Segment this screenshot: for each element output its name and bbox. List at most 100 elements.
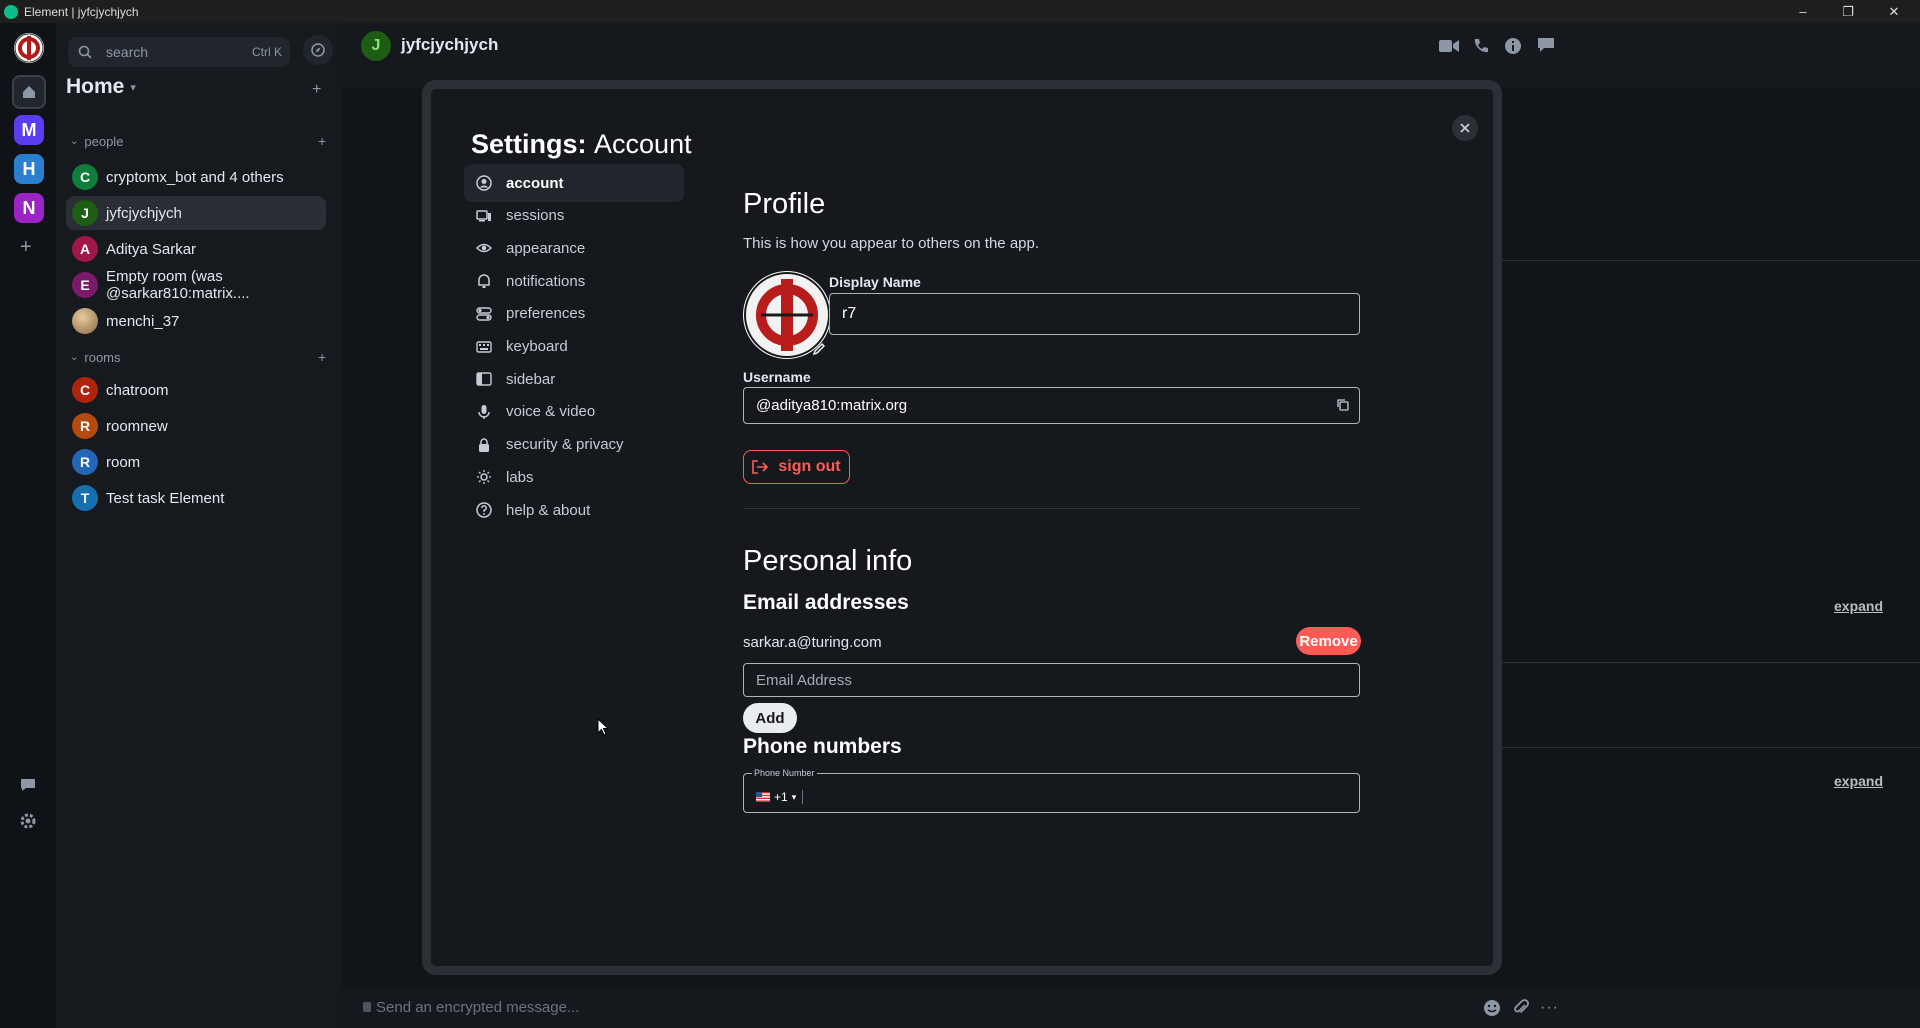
room-avatar: C: [72, 377, 98, 403]
space-bar: M H N +: [0, 23, 56, 1028]
microphone-icon: [476, 404, 492, 420]
home-icon: [23, 86, 35, 98]
quick-settings-gear-icon[interactable]: [19, 812, 37, 830]
dm-item[interactable]: J jyfcjychjych: [66, 196, 326, 230]
room-avatar: A: [72, 236, 98, 262]
sign-out-button[interactable]: sign out: [743, 450, 850, 484]
create-space-plus-icon[interactable]: +: [20, 236, 32, 259]
maximize-button[interactable]: ❐: [1828, 0, 1868, 23]
room-avatar: J: [72, 200, 98, 226]
edit-pencil-icon[interactable]: [812, 342, 826, 356]
window-titlebar: Element | jyfcjychjych – ❐ ✕: [0, 0, 1920, 23]
rooms-section-header[interactable]: ⌄ rooms: [70, 350, 121, 365]
chevron-down-icon: ⌄: [70, 136, 79, 147]
chevron-down-icon: ▾: [130, 81, 136, 94]
room-avatar: R: [72, 413, 98, 439]
close-window-button[interactable]: ✕: [1874, 0, 1914, 23]
room-item[interactable]: R room: [66, 445, 326, 479]
sign-out-icon: [752, 460, 769, 474]
video-call-icon[interactable]: [1439, 39, 1459, 53]
home-dropdown[interactable]: Home ▾: [66, 75, 136, 99]
space-n[interactable]: N: [14, 193, 44, 223]
chevron-down-icon: ▾: [791, 791, 797, 802]
display-name-label: Display Name: [829, 274, 921, 290]
room-item[interactable]: C chatroom: [66, 373, 326, 407]
personal-info-heading: Personal info: [743, 545, 913, 577]
phone-numbers-heading: Phone numbers: [743, 735, 902, 758]
email-address-input[interactable]: Email Address: [743, 663, 1360, 697]
search-placeholder: search: [106, 44, 149, 60]
profile-heading: Profile: [743, 188, 826, 220]
lock-icon: [476, 437, 492, 453]
phone-number-label: Phone Number: [752, 768, 817, 778]
message-composer[interactable]: Send an encrypted message... ···: [341, 987, 1920, 1028]
room-avatar: C: [72, 164, 98, 190]
search-box[interactable]: search Ctrl K: [68, 37, 290, 67]
dm-item[interactable]: menchi_37: [66, 304, 326, 338]
room-header-name[interactable]: jyfcjychjych: [401, 35, 498, 55]
eye-icon: [476, 240, 492, 256]
space-h[interactable]: H: [14, 154, 44, 184]
emoji-icon[interactable]: [1483, 999, 1501, 1017]
window-title: Element | jyfcjychjych: [24, 4, 139, 19]
attachment-icon[interactable]: [1513, 999, 1529, 1017]
add-email-button[interactable]: Add: [743, 703, 797, 733]
room-item[interactable]: T Test task Element: [66, 481, 326, 515]
room-header-avatar[interactable]: J: [361, 31, 391, 61]
keyboard-icon: [476, 339, 492, 355]
add-room-plus-icon[interactable]: +: [312, 81, 330, 99]
dm-item[interactable]: C cryptomx_bot and 4 others: [66, 160, 326, 194]
chevron-down-icon: ⌄: [70, 352, 79, 363]
user-avatar[interactable]: [14, 33, 44, 63]
threads-icon[interactable]: [1537, 37, 1555, 53]
remove-email-button[interactable]: Remove: [1296, 627, 1361, 655]
people-section-header[interactable]: ⌄ people: [70, 134, 123, 149]
settings-tab-help-about[interactable]: help & about: [464, 491, 684, 529]
dm-item[interactable]: E Empty room (was @sarkar810:matrix....: [66, 268, 326, 302]
room-list-panel: search Ctrl K Home ▾ + ⌄ people + C cryp…: [56, 23, 341, 1028]
mouse-cursor: [597, 718, 609, 736]
explore-rooms-button[interactable]: [303, 35, 333, 65]
more-options-icon[interactable]: ···: [1540, 999, 1559, 1017]
email-addresses-heading: Email addresses: [743, 591, 909, 614]
settings-dialog: Settings: Account account sessions appeara…: [422, 80, 1502, 975]
compass-icon: [311, 43, 325, 57]
profile-subtitle: This is how you appear to others on the …: [743, 235, 1040, 252]
bell-icon: [476, 273, 492, 289]
home-space-button[interactable]: [12, 75, 46, 109]
composer-placeholder: Send an encrypted message...: [376, 999, 580, 1016]
voice-call-icon[interactable]: [1472, 37, 1490, 55]
settings-title: Settings: Account: [471, 129, 692, 159]
start-chat-plus-icon[interactable]: +: [318, 133, 326, 149]
sidebar-icon: [476, 371, 492, 387]
search-shortcut: Ctrl K: [252, 45, 282, 59]
us-flag-icon: [756, 792, 770, 802]
toggles-icon: [476, 306, 492, 322]
space-m[interactable]: M: [14, 115, 44, 145]
room-header: J jyfcjychjych: [341, 23, 1920, 87]
close-dialog-button[interactable]: [1452, 115, 1478, 141]
display-name-field[interactable]: r7: [829, 293, 1360, 335]
expand-link[interactable]: expand: [1834, 598, 1883, 614]
copy-icon[interactable]: [1337, 399, 1349, 411]
help-icon: [476, 502, 492, 518]
minimize-button[interactable]: –: [1783, 0, 1823, 23]
room-item[interactable]: R roomnew: [66, 409, 326, 443]
bulb-icon: [476, 469, 492, 485]
dm-item[interactable]: A Aditya Sarkar: [66, 232, 326, 266]
section-divider: [743, 508, 1360, 509]
phone-number-field[interactable]: Phone Number +1 ▾: [743, 768, 1360, 813]
expand-link[interactable]: expand: [1834, 773, 1883, 789]
close-icon: [1460, 123, 1470, 133]
add-room-plus-icon[interactable]: +: [318, 349, 326, 365]
room-info-icon[interactable]: [1504, 37, 1522, 55]
room-avatar: R: [72, 449, 98, 475]
country-code-select[interactable]: +1 ▾: [756, 790, 804, 804]
threads-icon[interactable]: [19, 777, 37, 793]
devices-icon: [476, 208, 492, 224]
username-label: Username: [743, 369, 811, 385]
room-avatar: E: [72, 272, 98, 298]
account-icon: [476, 175, 492, 191]
room-avatar: T: [72, 485, 98, 511]
username-field: @aditya810:matrix.org: [743, 387, 1360, 424]
